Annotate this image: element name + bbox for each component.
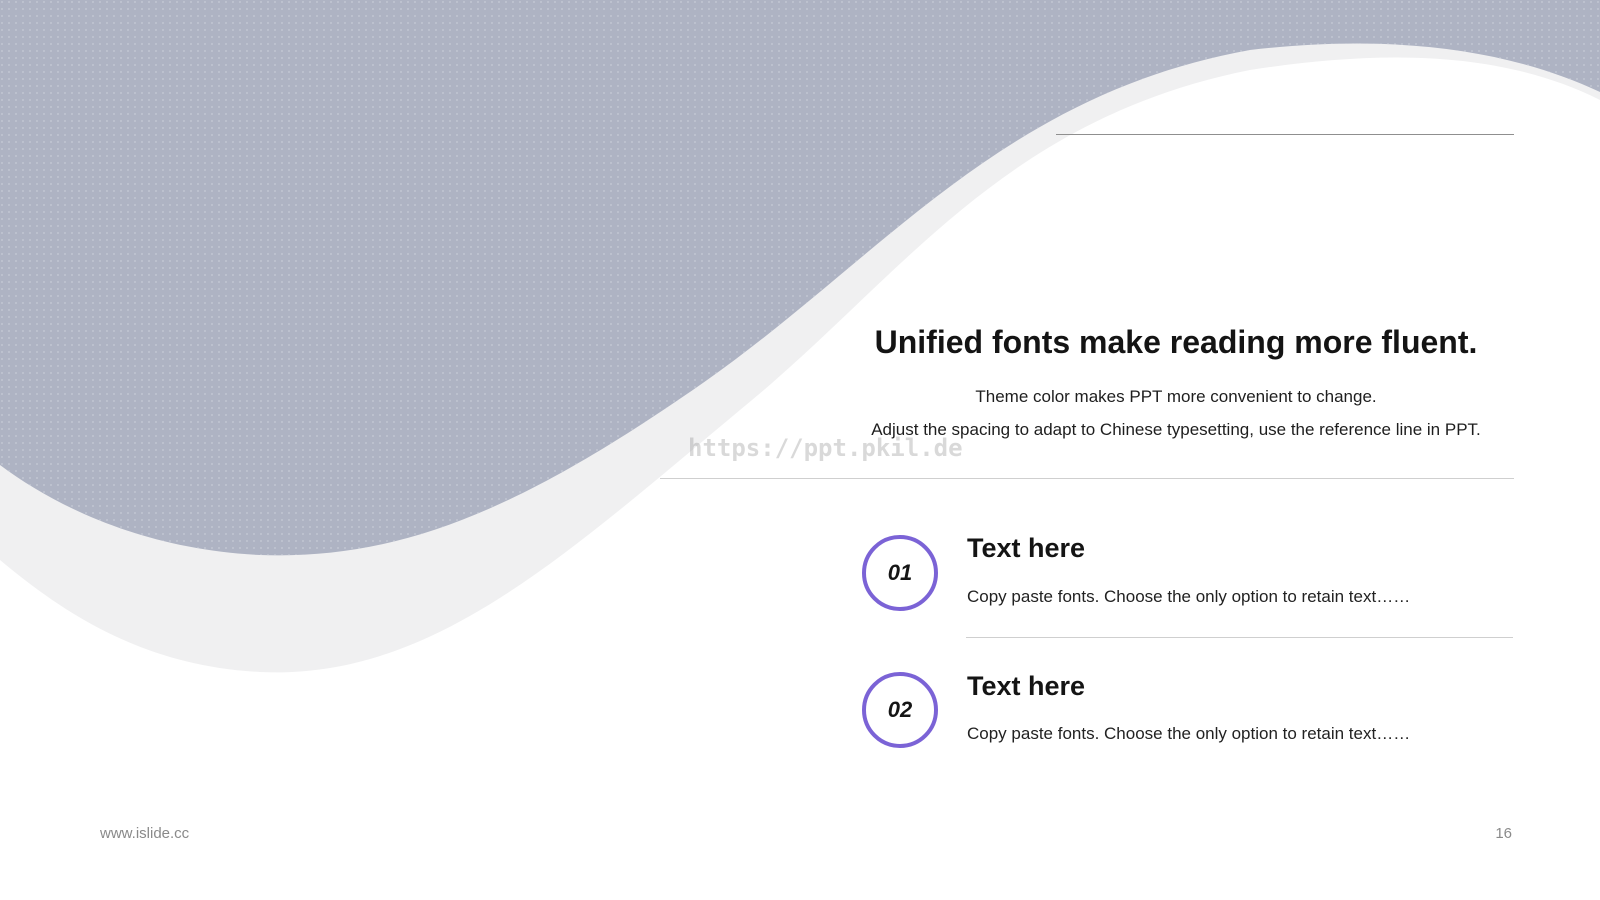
section-divider [660,478,1514,479]
item-number: 01 [887,560,913,585]
item-body: Copy paste fonts. Choose the only option… [967,724,1411,743]
item-divider [966,637,1513,638]
watermark-text: https://ppt.pkil.de [688,434,963,462]
item-heading: Text here [967,533,1086,563]
footer-website: www.islide.cc [100,825,190,842]
item-number-badge: 01 [862,535,938,611]
item-heading: Text here [967,671,1086,701]
wave-dot-texture [0,0,1600,556]
top-reference-line [1056,134,1514,135]
page-number: 16 [1495,825,1512,842]
subtitle-line-1: Theme color makes PPT more convenient to… [975,387,1377,406]
slide-title: Unified fonts make reading more fluent. [874,324,1478,360]
item-number-badge: 02 [862,672,938,748]
item-body: Copy paste fonts. Choose the only option… [967,587,1411,606]
item-number: 02 [887,697,913,722]
